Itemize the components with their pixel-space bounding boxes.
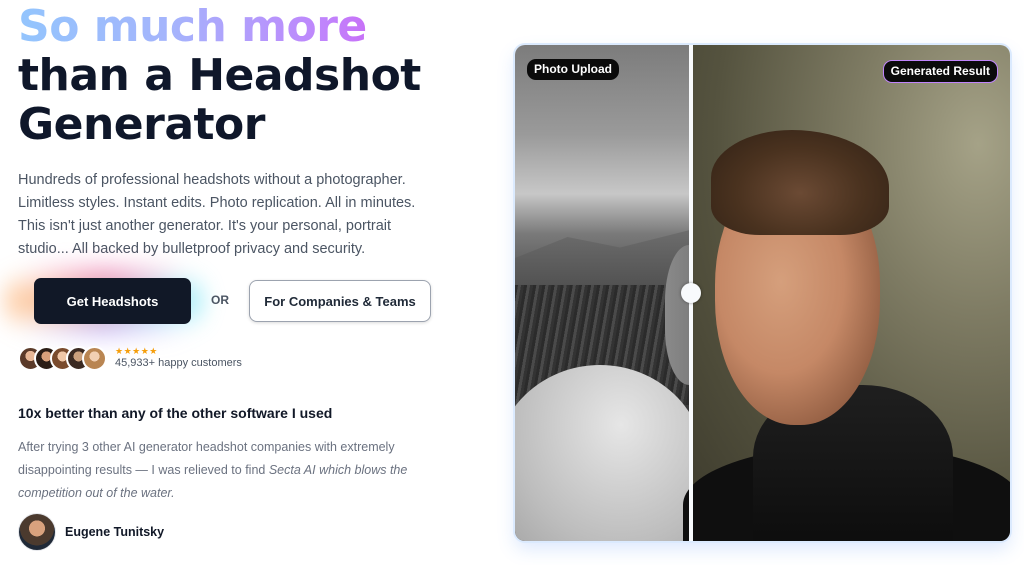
author-avatar [18,513,56,551]
hero-title-line2: than a Headshot [18,50,421,101]
selfie-shirt [515,365,690,541]
get-headshots-button[interactable]: Get Headshots [34,278,191,324]
hero-title-line3: Generator [18,99,265,150]
for-companies-button[interactable]: For Companies & Teams [249,280,431,322]
or-separator: OR [211,293,229,307]
portrait-hair [711,130,889,235]
generated-result-badge: Generated Result [882,60,998,83]
star-rating-icon: ★★★★★ [115,346,158,356]
hero-description: Hundreds of professional headshots witho… [18,172,416,257]
customers-count: 45,933+ happy customers [115,357,242,369]
social-proof: ★★★★★ 45,933+ happy customers [18,344,242,372]
photo-upload-badge: Photo Upload [527,59,619,80]
customer-avatars [18,345,107,371]
review-title: 10x better than any of the other softwar… [18,405,333,421]
generated-result-image [683,45,1010,541]
author-name: Eugene Tunitsky [65,525,165,539]
avatar [82,345,107,371]
before-after-comparison[interactable]: Photo Upload Generated Result [515,45,1010,541]
hero-title: So much more than a Headshot Generator [18,2,458,149]
slider-handle[interactable] [681,283,701,303]
photo-upload-image [515,45,690,541]
review-author: Eugene Tunitsky [18,513,164,551]
social-text: ★★★★★ 45,933+ happy customers [115,346,242,370]
cta-row: Get Headshots OR For Companies & Teams [4,264,458,338]
review-body: After trying 3 other AI generator headsh… [18,436,438,505]
hero-section: So much more than a Headshot Generator H… [4,0,458,551]
hero-title-line1: So much more [18,2,458,51]
